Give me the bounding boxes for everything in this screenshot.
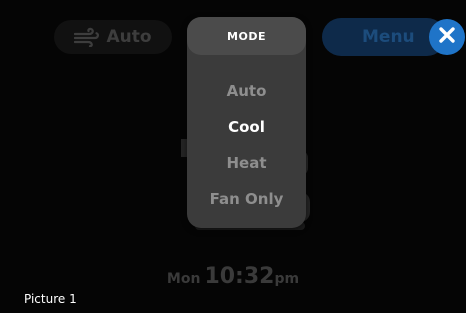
fan-mode-button[interactable]: Auto: [54, 20, 172, 54]
clock-day: Mon: [166, 271, 201, 287]
clock-ampm: pm: [274, 271, 300, 287]
close-button[interactable]: [429, 19, 465, 55]
menu-label: Menu: [362, 27, 415, 47]
menu-button[interactable]: Menu: [322, 18, 446, 56]
fan-icon: [74, 27, 100, 47]
mode-option-auto[interactable]: Auto: [187, 73, 306, 109]
mode-option-heat[interactable]: Heat: [187, 145, 306, 181]
mode-dropdown: MODE Auto Cool Heat Fan Only: [187, 17, 306, 228]
picture-caption: Picture 1: [24, 292, 77, 306]
mode-option-list: Auto Cool Heat Fan Only: [187, 73, 306, 217]
fan-mode-label: Auto: [106, 27, 152, 47]
mode-dropdown-header[interactable]: MODE: [187, 17, 306, 55]
close-icon: [438, 26, 456, 48]
clock-display: Mon 10:32pm: [0, 264, 466, 289]
mode-option-cool[interactable]: Cool: [187, 109, 306, 145]
thermostat-screen: Auto Menu MODE Auto Cool Heat Fan Only M…: [0, 0, 466, 313]
mode-option-fan-only[interactable]: Fan Only: [187, 181, 306, 217]
mode-dropdown-title: MODE: [227, 29, 266, 43]
clock-time: 10:32: [204, 264, 275, 289]
